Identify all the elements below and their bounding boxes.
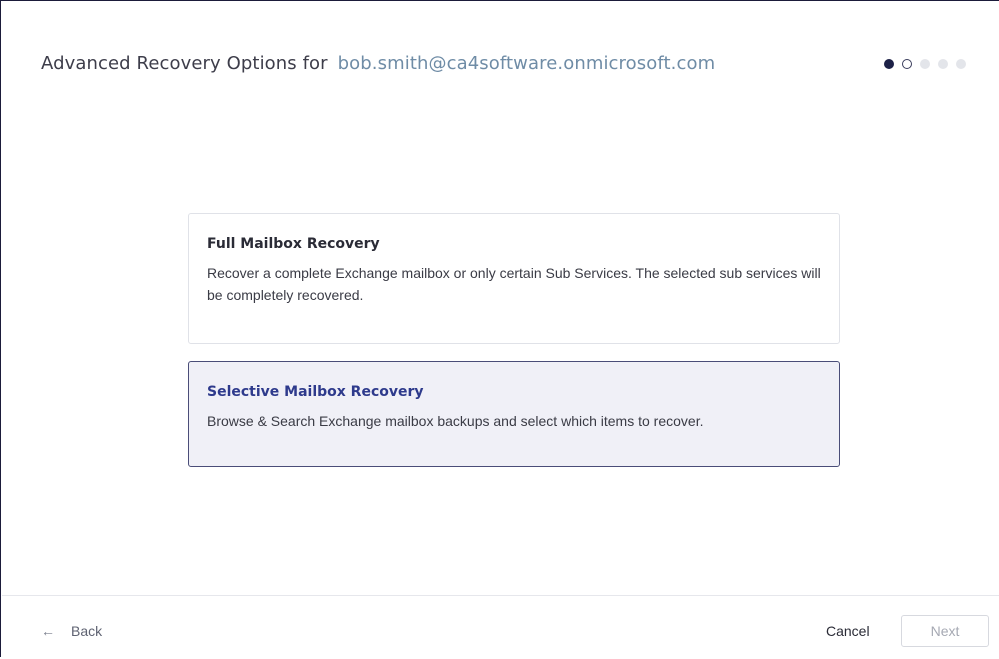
title-text: Advanced Recovery Options for <box>41 53 328 74</box>
dialog-footer: ← Back Cancel Next <box>2 595 999 659</box>
option-full-mailbox-recovery[interactable]: Full Mailbox Recovery Recover a complete… <box>188 213 840 344</box>
option-title: Full Mailbox Recovery <box>207 236 380 252</box>
option-title: Selective Mailbox Recovery <box>207 384 424 400</box>
step-dot-2 <box>902 59 912 69</box>
option-description: Recover a complete Exchange mailbox or o… <box>207 265 821 303</box>
next-button[interactable]: Next <box>901 615 989 647</box>
step-dot-4 <box>938 59 948 69</box>
option-description: Browse & Search Exchange mailbox backups… <box>207 413 704 429</box>
step-dot-1 <box>884 59 894 69</box>
arrow-left-icon: ← <box>41 623 55 639</box>
account-email: bob.smith@ca4software.onmicrosoft.com <box>337 53 716 74</box>
option-selective-mailbox-recovery[interactable]: Selective Mailbox Recovery Browse & Sear… <box>188 361 840 467</box>
step-dot-5 <box>956 59 966 69</box>
back-label: Back <box>71 623 103 639</box>
back-button[interactable]: ← Back <box>41 623 102 639</box>
cancel-button[interactable]: Cancel <box>826 623 870 639</box>
wizard-dialog: Advanced Recovery Options for bob.smith@c… <box>0 0 999 657</box>
page-title: Advanced Recovery Options for bob.smith@c… <box>41 53 715 74</box>
step-indicator <box>884 59 966 69</box>
step-dot-3 <box>920 59 930 69</box>
